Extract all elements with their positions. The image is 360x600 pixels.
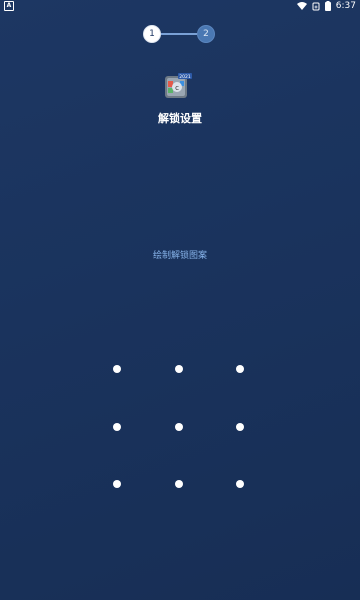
pattern-lock-grid[interactable] bbox=[100, 360, 260, 500]
step-connector bbox=[161, 33, 197, 35]
app-lock-icon: c 2021 bbox=[163, 71, 193, 101]
step-2: 2 bbox=[197, 25, 215, 43]
status-bar: A 6:37 bbox=[0, 0, 360, 12]
notification-a-icon: A bbox=[4, 1, 14, 11]
page-title: 解锁设置 bbox=[158, 112, 202, 125]
app-icon-badge: 2021 bbox=[179, 74, 191, 80]
step-1: 1 bbox=[143, 25, 161, 43]
pattern-hint: 绘制解锁图案 bbox=[152, 251, 207, 261]
pattern-dot-2[interactable] bbox=[175, 365, 183, 373]
pattern-dot-6[interactable] bbox=[236, 423, 244, 431]
battery-saver-icon bbox=[312, 2, 320, 11]
step-indicator: 1 2 bbox=[143, 25, 215, 43]
wifi-icon bbox=[296, 2, 307, 10]
pattern-dot-9[interactable] bbox=[236, 480, 244, 488]
pattern-dot-7[interactable] bbox=[113, 480, 121, 488]
status-icons: 6:37 bbox=[296, 0, 356, 12]
pattern-dot-3[interactable] bbox=[236, 365, 244, 373]
battery-icon bbox=[324, 1, 331, 11]
pattern-dot-5[interactable] bbox=[175, 423, 183, 431]
svg-text:c: c bbox=[175, 84, 179, 92]
clock: 6:37 bbox=[335, 1, 356, 11]
pattern-dot-8[interactable] bbox=[175, 480, 183, 488]
pattern-dot-4[interactable] bbox=[113, 423, 121, 431]
pattern-dot-1[interactable] bbox=[113, 365, 121, 373]
